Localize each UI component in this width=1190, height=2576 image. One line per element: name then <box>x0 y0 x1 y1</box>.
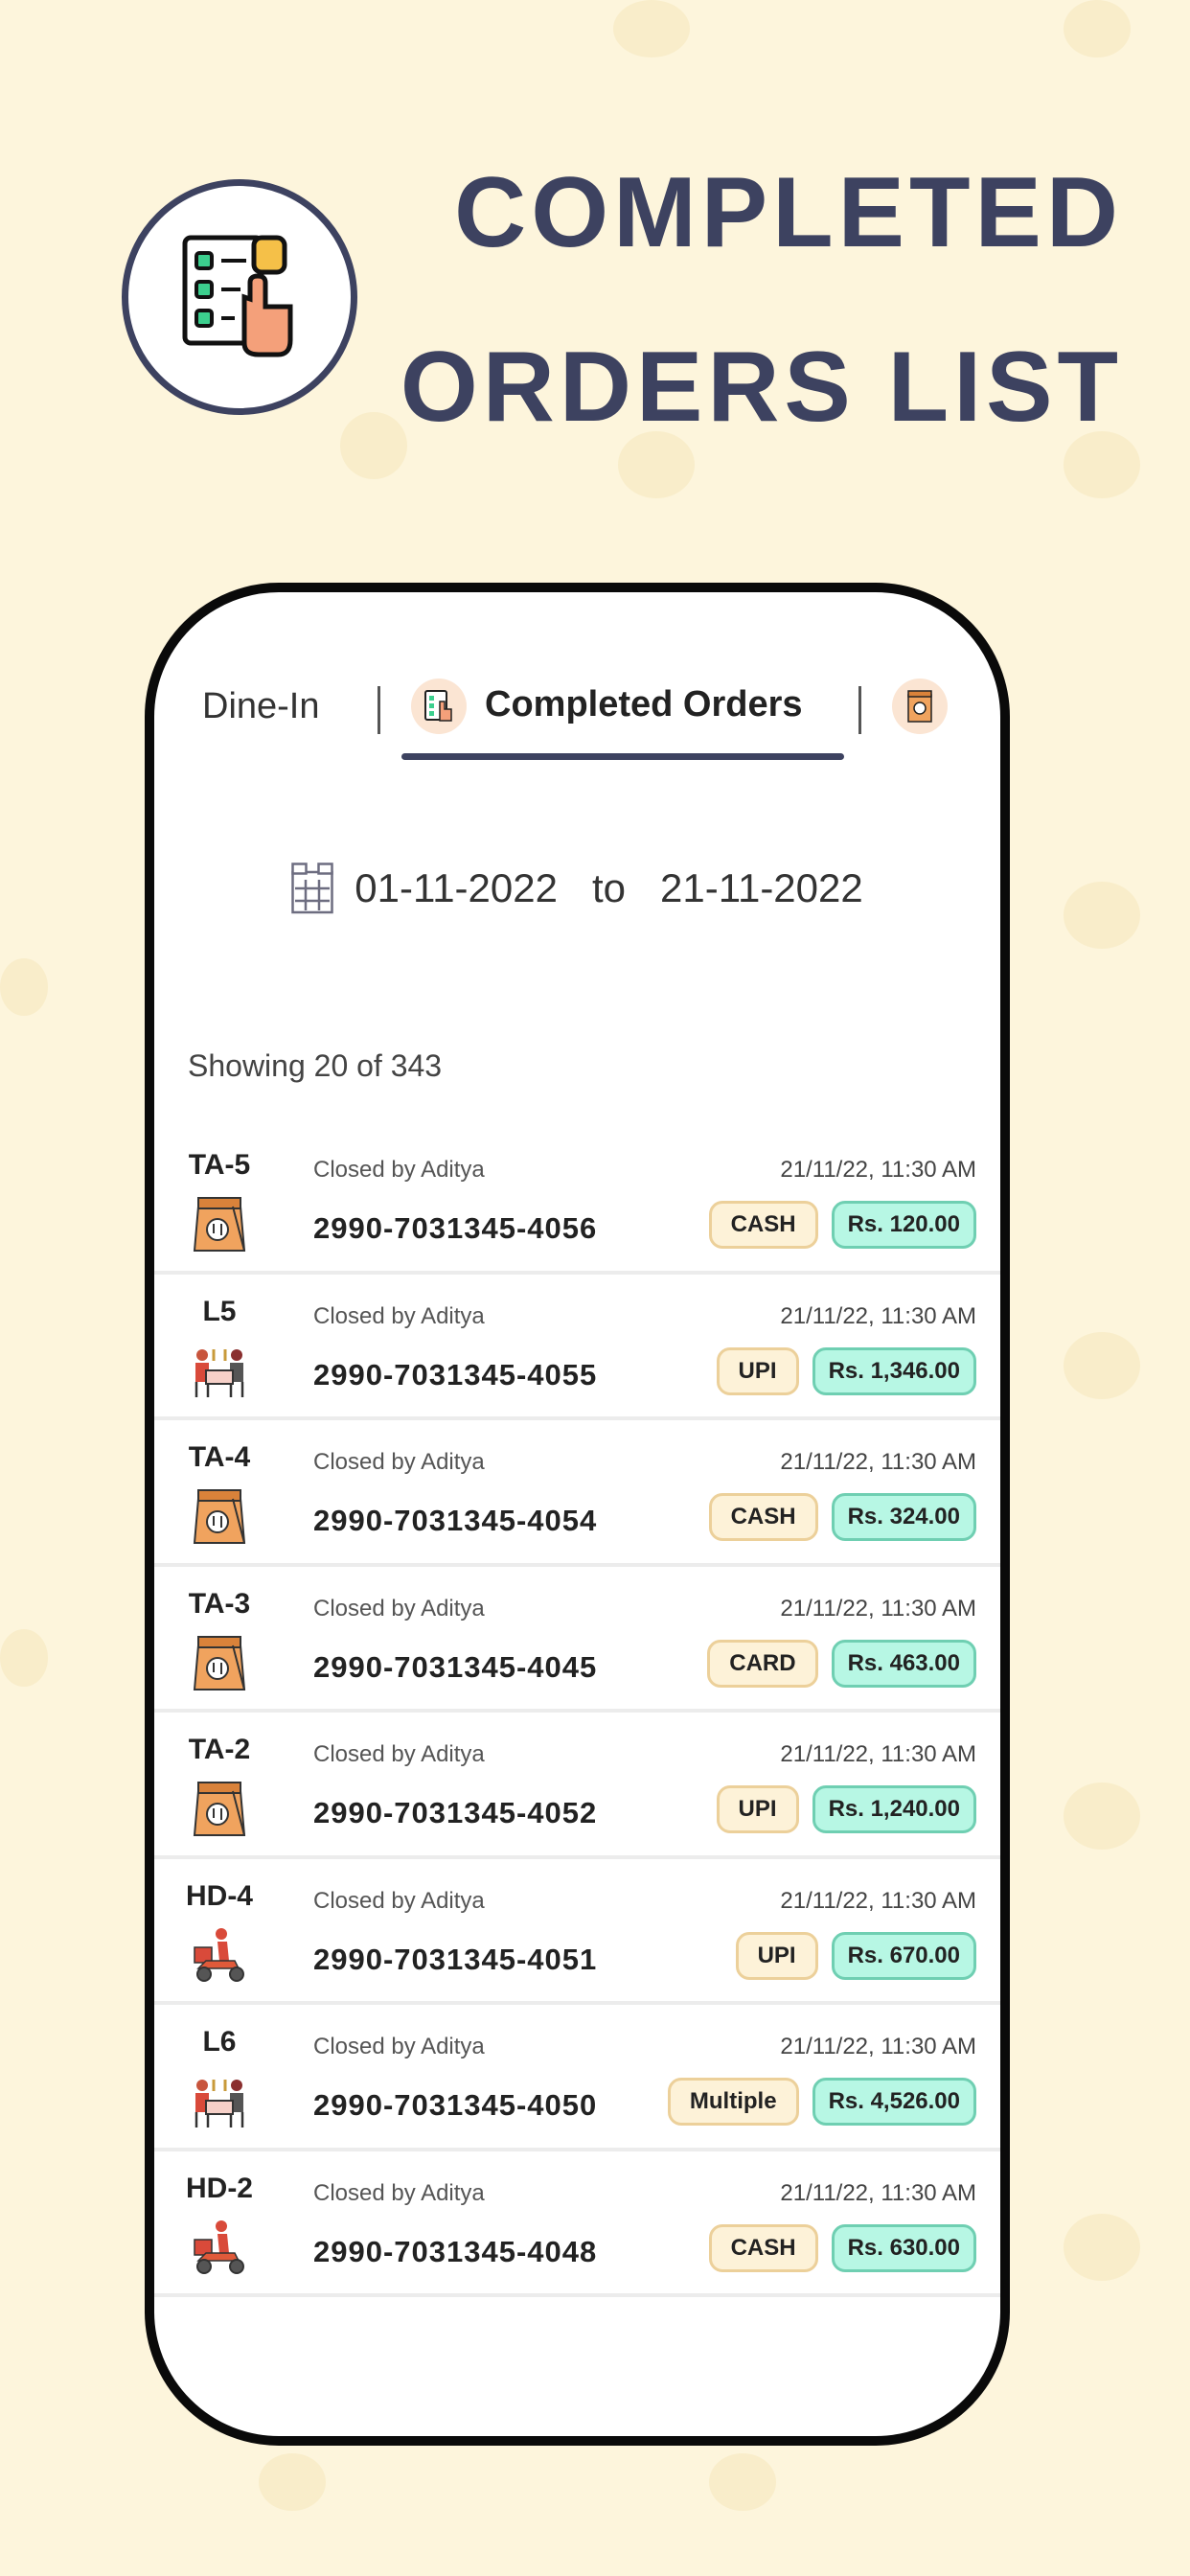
order-row[interactable]: TA-4 Closed by Aditya 21/11/22, 11:30 AM… <box>154 1420 1000 1567</box>
order-datetime: 21/11/22, 11:30 AM <box>780 1595 976 1622</box>
page-title-line2: ORDERS LIST <box>400 332 1123 443</box>
order-pills: CARD Rs. 463.00 <box>707 1639 976 1688</box>
order-row[interactable]: HD-4 Closed by Aditya 21/11/22, 11:30 AM… <box>154 1859 1000 2005</box>
delivery-scooter-icon <box>193 1926 246 1984</box>
amount-badge: Rs. 120.00 <box>831 1201 976 1249</box>
order-table-label: TA-4 <box>188 1441 251 1473</box>
order-number: 2990-7031345-4054 <box>313 1504 598 1537</box>
closed-by: Closed by Aditya <box>313 1302 485 1329</box>
active-tab-indicator <box>401 753 844 760</box>
closed-by: Closed by Aditya <box>313 1887 485 1914</box>
order-number: 2990-7031345-4048 <box>313 2234 598 2268</box>
order-table-label: TA-3 <box>188 1587 251 1620</box>
date-separator: to <box>591 865 627 910</box>
delivery-scooter-icon <box>193 2219 246 2276</box>
takeaway-bag-icon <box>193 1487 246 1545</box>
order-datetime: 21/11/22, 11:30 AM <box>780 1157 976 1183</box>
dining-table-icon <box>193 1342 246 1399</box>
takeaway-bag-icon <box>193 1634 246 1691</box>
payment-method-badge: CARD <box>707 1639 818 1688</box>
order-datetime: 21/11/22, 11:30 AM <box>780 1741 976 1767</box>
order-table-label: TA-5 <box>188 1149 251 1181</box>
amount-badge: Rs. 1,346.00 <box>812 1346 976 1395</box>
order-datetime: 21/11/22, 11:30 AM <box>780 1302 976 1329</box>
order-table-label: L6 <box>202 2026 237 2058</box>
order-row[interactable]: TA-3 Closed by Aditya 21/11/22, 11:30 AM… <box>154 1567 1000 1713</box>
takeaway-bag-icon <box>907 690 932 723</box>
orders-list: TA-5 Closed by Aditya 21/11/22, 11:30 AM… <box>154 1128 1000 2297</box>
amount-badge: Rs. 630.00 <box>831 2223 976 2272</box>
closed-by: Closed by Aditya <box>313 1741 485 1767</box>
phone-frame: Dine-In Completed Orders 01-11-2022 to 2… <box>145 583 1010 2446</box>
payment-method-badge: CASH <box>708 1493 818 1541</box>
order-datetime: 21/11/22, 11:30 AM <box>780 1887 976 1914</box>
amount-badge: Rs. 1,240.00 <box>812 1785 976 1833</box>
payment-method-badge: CASH <box>708 2223 818 2272</box>
order-datetime: 21/11/22, 11:30 AM <box>780 2034 976 2059</box>
closed-by: Closed by Aditya <box>313 1157 485 1183</box>
order-datetime: 21/11/22, 11:30 AM <box>780 1449 976 1475</box>
amount-badge: Rs. 463.00 <box>831 1639 976 1688</box>
order-row[interactable]: L5 Closed by Aditya 21/11/22, 11:30 AM 2… <box>154 1275 1000 1420</box>
order-table-label: HD-4 <box>185 1879 253 1912</box>
order-pills: CASH Rs. 120.00 <box>708 1201 976 1249</box>
tab-dine-in[interactable]: Dine-In <box>202 686 320 727</box>
order-row[interactable]: HD-2 Closed by Aditya 21/11/22, 11:30 AM… <box>154 2151 1000 2297</box>
dining-table-icon <box>193 2072 246 2129</box>
date-to[interactable]: 21-11-2022 <box>660 865 863 911</box>
payment-method-badge: UPI <box>716 1346 799 1395</box>
takeaway-bag-icon <box>193 1780 246 1837</box>
order-number: 2990-7031345-4056 <box>313 1211 598 1245</box>
order-row[interactable]: L6 Closed by Aditya 21/11/22, 11:30 AM 2… <box>154 2005 1000 2151</box>
app-logo <box>122 179 357 415</box>
calendar-icon <box>291 862 333 914</box>
tab-takeaway[interactable] <box>892 678 948 734</box>
order-list-hand-icon <box>182 235 293 357</box>
amount-badge: Rs. 4,526.00 <box>812 2078 976 2126</box>
order-pills: CASH Rs. 324.00 <box>708 1493 976 1541</box>
order-number: 2990-7031345-4045 <box>313 1649 598 1684</box>
closed-by: Closed by Aditya <box>313 1595 485 1622</box>
payment-method-badge: UPI <box>716 1785 799 1833</box>
order-row[interactable]: TA-2 Closed by Aditya 21/11/22, 11:30 AM… <box>154 1713 1000 1859</box>
tab-completed-orders[interactable]: Completed Orders <box>485 684 803 725</box>
order-pills: UPI Rs. 1,240.00 <box>716 1785 976 1833</box>
order-pills: CASH Rs. 630.00 <box>708 2223 976 2272</box>
closed-by: Closed by Aditya <box>313 2179 485 2206</box>
order-table-label: TA-2 <box>188 1734 251 1765</box>
amount-badge: Rs. 324.00 <box>831 1493 976 1541</box>
order-pills: UPI Rs. 670.00 <box>735 1931 976 1980</box>
closed-by: Closed by Aditya <box>313 2034 485 2059</box>
amount-badge: Rs. 670.00 <box>831 1931 976 1980</box>
payment-method-badge: UPI <box>735 1931 818 1980</box>
takeaway-bag-icon <box>193 1195 246 1253</box>
payment-method-badge: Multiple <box>667 2078 799 2126</box>
results-count: Showing 20 of 343 <box>188 1048 443 1083</box>
order-number: 2990-7031345-4051 <box>313 1942 598 1976</box>
order-number: 2990-7031345-4055 <box>313 1357 598 1392</box>
tab-bar: Dine-In Completed Orders <box>154 678 1000 746</box>
order-table-label: L5 <box>202 1295 237 1327</box>
tab-divider <box>378 686 380 734</box>
order-row[interactable]: TA-5 Closed by Aditya 21/11/22, 11:30 AM… <box>154 1128 1000 1275</box>
tab-divider <box>858 686 861 734</box>
order-list-icon <box>411 678 467 734</box>
page-title-line1: COMPLETED <box>454 157 1123 268</box>
order-number: 2990-7031345-4050 <box>313 2088 598 2122</box>
date-range-picker[interactable]: 01-11-2022 to 21-11-2022 <box>154 862 1000 914</box>
closed-by: Closed by Aditya <box>313 1449 485 1475</box>
order-table-label: HD-2 <box>185 2172 253 2204</box>
order-pills: Multiple Rs. 4,526.00 <box>667 2078 976 2126</box>
order-number: 2990-7031345-4052 <box>313 1796 598 1829</box>
payment-method-badge: CASH <box>708 1201 818 1249</box>
order-datetime: 21/11/22, 11:30 AM <box>780 2179 976 2206</box>
order-pills: UPI Rs. 1,346.00 <box>716 1346 976 1395</box>
date-from[interactable]: 01-11-2022 <box>355 865 558 911</box>
